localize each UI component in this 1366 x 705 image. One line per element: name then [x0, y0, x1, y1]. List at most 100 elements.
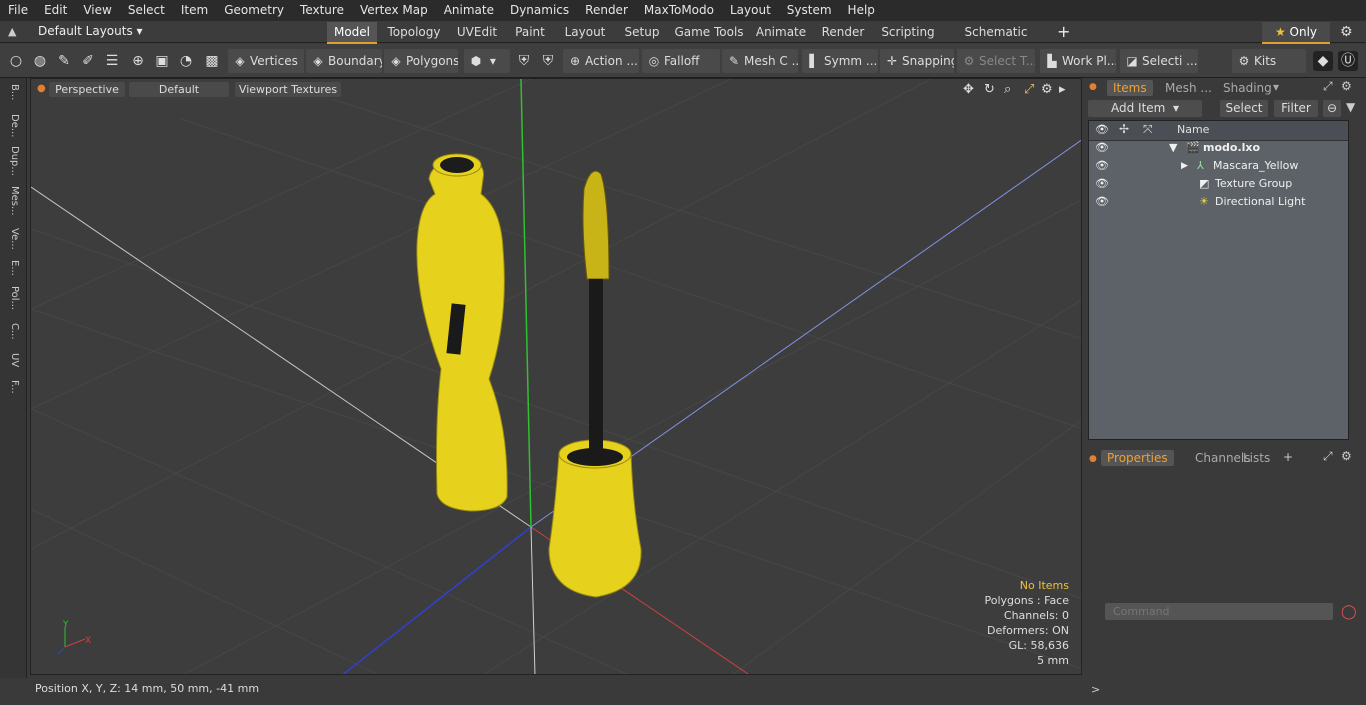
maximize-view-icon[interactable]: ⤢ — [1024, 82, 1034, 97]
menu-view[interactable]: View — [75, 0, 119, 21]
unreal-icon[interactable]: Ⓤ — [1338, 51, 1358, 71]
timer-icon[interactable]: ◔ — [176, 51, 196, 71]
tab-mesh[interactable]: Mesh ... — [1165, 80, 1212, 96]
vtab-uv[interactable]: UV — [4, 353, 20, 367]
3d-viewport[interactable]: ● Perspective Default Viewport Textures … — [30, 78, 1082, 675]
menu-texture[interactable]: Texture — [292, 0, 352, 21]
layout-selector[interactable]: Default Layouts ▾ — [38, 24, 143, 38]
menu-file[interactable]: File — [0, 0, 36, 21]
circle-select-icon[interactable]: ○ — [6, 51, 26, 71]
tab-scripting[interactable]: Scripting — [878, 22, 938, 42]
menu-help[interactable]: Help — [840, 0, 883, 21]
name-column-header[interactable]: Name — [1177, 123, 1209, 136]
vertices-button[interactable]: ◈ Vertices — [228, 49, 304, 73]
center-icon[interactable]: ⊕ — [128, 51, 148, 71]
tab-schematic-fusion[interactable]: Schematic Fusion — [948, 22, 1044, 59]
expand-arrow-icon[interactable]: ▶ — [1181, 157, 1188, 175]
tab-paint[interactable]: Paint — [510, 22, 550, 42]
vtab-polygon[interactable]: Pol... — [4, 286, 20, 310]
funnel-icon[interactable]: ▼ — [1346, 100, 1355, 114]
gear-icon[interactable]: ⚙ — [1340, 24, 1353, 40]
menu-system[interactable]: System — [779, 0, 840, 21]
add-tab-icon[interactable]: + — [1057, 22, 1070, 42]
panel-dot-icon[interactable]: ● — [1089, 82, 1097, 92]
vtab-basic[interactable]: B... — [4, 84, 20, 100]
props-expand-icon[interactable]: ⤢ — [1323, 449, 1333, 464]
command-input[interactable] — [1105, 603, 1333, 620]
add-tab-icon[interactable]: + — [1283, 450, 1293, 464]
eye-icon[interactable]: 👁 — [1095, 175, 1109, 193]
selection-sets-button[interactable]: ◪ Selecti ... — [1120, 49, 1198, 73]
menu-select[interactable]: Select — [120, 0, 173, 21]
pen-icon[interactable]: ✎ — [54, 51, 74, 71]
polygons-button[interactable]: ◈ Polygons — [384, 49, 458, 73]
move-view-icon[interactable]: ✥ — [963, 82, 974, 97]
list-item[interactable]: 👁 ◩ Texture Group — [1089, 175, 1348, 193]
select-through-button[interactable]: ⚙ Select T... — [957, 49, 1035, 73]
menu-dynamics[interactable]: Dynamics — [502, 0, 577, 21]
collapse-arrow-icon[interactable]: ▼ — [1169, 139, 1177, 157]
up-arrow-icon[interactable]: ▲ — [8, 25, 22, 39]
panel-expand-icon[interactable]: ⤢ — [1323, 79, 1333, 94]
vtab-vertex[interactable]: Ve... — [4, 228, 20, 250]
stack-icon[interactable]: ☰ — [102, 51, 122, 71]
menu-render[interactable]: Render — [577, 0, 636, 21]
view-type-button[interactable]: Perspective — [49, 82, 125, 97]
viewport-gear-icon[interactable]: ⚙ — [1041, 82, 1053, 97]
vtab-mesh-edit[interactable]: Mes... — [4, 186, 20, 216]
tab-setup[interactable]: Setup — [620, 22, 664, 42]
tab-game-tools[interactable]: Game Tools — [672, 22, 746, 42]
shield-icon[interactable]: ⛨ — [514, 51, 534, 71]
frame-icon[interactable]: ▣ — [152, 51, 172, 71]
add-item-button[interactable]: Add Item ▾ — [1088, 100, 1202, 117]
unity-icon[interactable]: ◆ — [1313, 51, 1333, 71]
shading-button[interactable]: Default — [129, 82, 229, 97]
menu-item[interactable]: Item — [173, 0, 216, 21]
menu-geometry[interactable]: Geometry — [216, 0, 292, 21]
zoom-view-icon[interactable]: ⌕ — [1004, 82, 1011, 97]
menu-edit[interactable]: Edit — [36, 0, 75, 21]
collapse-icon[interactable]: ⊖ — [1323, 100, 1341, 117]
select-button[interactable]: Select — [1220, 100, 1268, 117]
vtab-deform[interactable]: De... — [4, 114, 20, 137]
menu-vertex-map[interactable]: Vertex Map — [352, 0, 436, 21]
tab-shading[interactable]: Shading — [1223, 80, 1272, 96]
falloff-button[interactable]: ◎ Falloff — [642, 49, 720, 73]
record-icon[interactable]: ◯ — [1341, 604, 1357, 620]
vtab-edge[interactable]: E... — [4, 260, 20, 276]
tab-animate[interactable]: Animate — [754, 22, 808, 42]
menu-maxtomodo[interactable]: MaxToModo — [636, 0, 722, 21]
tab-uvedit[interactable]: UVEdit — [452, 22, 502, 42]
action-button[interactable]: ⊕ Action ... — [563, 49, 639, 73]
snapping-button[interactable]: ✛ Snapping — [880, 49, 954, 73]
viewport-expand-icon[interactable]: ▸ — [1059, 82, 1066, 97]
rotate-view-icon[interactable]: ↻ — [984, 82, 995, 97]
tab-model[interactable]: Model — [327, 22, 377, 44]
viewport-menu-dot-icon[interactable]: ● — [37, 83, 46, 94]
material-dropdown[interactable]: ⬢ ▾ — [464, 49, 510, 73]
props-gear-icon[interactable]: ⚙ — [1341, 449, 1352, 463]
only-toggle[interactable]: ★ Only — [1262, 22, 1330, 44]
props-dot-icon[interactable]: ● — [1089, 454, 1097, 464]
tab-render[interactable]: Render — [818, 22, 868, 42]
mesh-constraint-button[interactable]: ✎ Mesh C ... — [722, 49, 798, 73]
tab-layout[interactable]: Layout — [560, 22, 610, 42]
panel-dropdown-icon[interactable]: ▾ — [1273, 80, 1279, 94]
menu-animate[interactable]: Animate — [436, 0, 502, 21]
brush-icon[interactable]: ✐ — [78, 51, 98, 71]
symmetry-button[interactable]: ▌ Symm ... — [802, 49, 878, 73]
tab-lists[interactable]: Lists — [1243, 450, 1270, 466]
vtab-curve[interactable]: C... — [4, 323, 20, 340]
list-item[interactable]: 👁 ▼ 🎬 modo.lxo — [1089, 139, 1348, 157]
globe-icon[interactable]: ◍ — [30, 51, 50, 71]
eye-icon[interactable]: 👁 — [1095, 139, 1109, 157]
list-item[interactable]: 👁 ▶ ⅄ Mascara_Yellow — [1089, 157, 1348, 175]
eye-icon[interactable]: 👁 — [1095, 193, 1109, 211]
kits-button[interactable]: ⚙ Kits — [1232, 49, 1306, 73]
vtab-duplicate[interactable]: Dup... — [4, 146, 20, 176]
boundary-button[interactable]: ◈ Boundary — [306, 49, 382, 73]
tab-topology[interactable]: Topology — [385, 22, 443, 42]
tab-properties[interactable]: Properties — [1101, 450, 1174, 466]
vtab-fusion[interactable]: F... — [4, 380, 20, 394]
work-plane-button[interactable]: ▙ Work Pl... — [1040, 49, 1116, 73]
